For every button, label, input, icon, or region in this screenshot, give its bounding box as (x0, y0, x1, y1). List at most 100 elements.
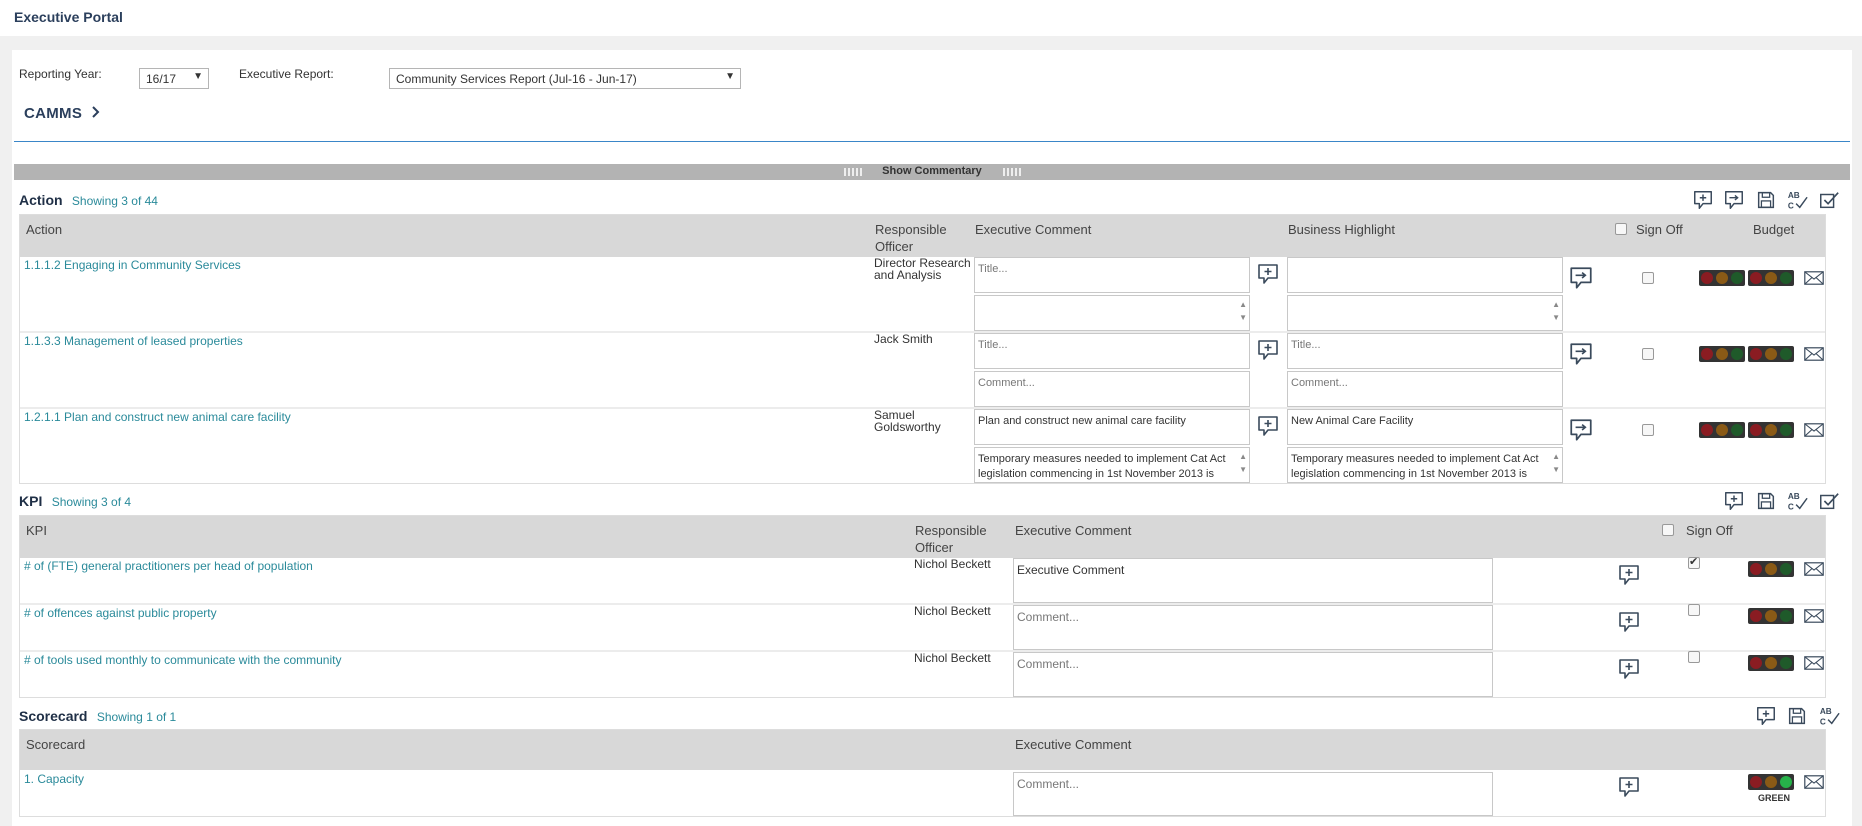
scroll-arrows-icon[interactable]: ▲ ▼ (1552, 450, 1560, 476)
show-commentary-bar[interactable]: Show Commentary (14, 164, 1850, 180)
add-comment-icon[interactable] (1256, 338, 1280, 362)
dropdown-arrow-icon: ▼ (725, 71, 735, 82)
exec-comment-textarea[interactable]: Comment... (1013, 652, 1493, 697)
scroll-arrows-icon[interactable]: ▲ ▼ (1239, 450, 1247, 476)
exec-comment-title-input[interactable]: Plan and construct new animal care facil… (974, 409, 1250, 445)
action-link[interactable]: 1.1.3.3 Management of leased properties (24, 334, 243, 348)
responsible-officer: Director Research and Analysis (874, 256, 971, 282)
exec-comment-textarea[interactable]: Comment... (1013, 605, 1493, 650)
sign-off-all-icon[interactable] (1818, 490, 1840, 512)
exec-comment-textarea[interactable]: Executive Comment (1013, 558, 1493, 603)
kpi-table: KPI Responsible Officer Executive Commen… (19, 515, 1826, 698)
email-icon[interactable] (1804, 347, 1824, 361)
copy-comment-icon[interactable] (1568, 341, 1594, 367)
business-highlight-textarea[interactable]: Comment... (1287, 371, 1563, 407)
col-scorecard: Scorecard (26, 737, 86, 752)
traffic-light-icon[interactable] (1699, 422, 1745, 438)
sign-off-all-icon[interactable] (1818, 189, 1840, 211)
traffic-light-icon[interactable] (1748, 608, 1794, 624)
grip-right-icon (1003, 168, 1021, 176)
save-icon[interactable] (1755, 490, 1777, 512)
add-comment-icon[interactable] (1617, 657, 1641, 681)
col-sign-off: Sign Off (1636, 222, 1683, 237)
add-comment-icon[interactable] (1692, 189, 1714, 211)
kpi-link[interactable]: # of tools used monthly to communicate w… (24, 653, 341, 667)
scroll-arrows-icon[interactable]: ▲ ▼ (1552, 298, 1560, 324)
email-icon[interactable] (1804, 609, 1824, 623)
copy-comment-icon[interactable] (1723, 189, 1745, 211)
email-icon[interactable] (1804, 423, 1824, 437)
col-responsible-officer: Responsible Officer (915, 523, 987, 555)
traffic-light-icon[interactable] (1748, 774, 1794, 790)
spellcheck-icon[interactable] (1818, 705, 1840, 727)
exec-comment-textarea[interactable]: ▲ ▼ (974, 295, 1250, 331)
traffic-light-icon[interactable] (1748, 346, 1794, 362)
action-section-header: Action Showing 3 of 44 (19, 192, 158, 208)
exec-comment-textarea[interactable]: Comment... (974, 371, 1250, 407)
traffic-light-icon[interactable] (1699, 270, 1745, 286)
sign-off-all-checkbox[interactable] (1662, 524, 1674, 536)
business-highlight-textarea[interactable]: Temporary measures needed to implement C… (1287, 447, 1563, 483)
kpi-section-title: KPI (19, 493, 43, 509)
business-highlight-textarea[interactable]: ▲ ▼ (1287, 295, 1563, 331)
sign-off-checkbox[interactable] (1642, 424, 1654, 436)
scorecard-link[interactable]: 1. Capacity (24, 772, 84, 786)
action-link[interactable]: 1.1.1.2 Engaging in Community Services (24, 258, 241, 272)
add-comment-icon[interactable] (1755, 705, 1777, 727)
traffic-light-icon[interactable] (1748, 561, 1794, 577)
traffic-light-icon[interactable] (1748, 655, 1794, 671)
reporting-year-value: 16/17 (146, 72, 177, 86)
business-highlight-title-input[interactable] (1287, 257, 1563, 293)
copy-comment-icon[interactable] (1568, 417, 1594, 443)
add-comment-icon[interactable] (1617, 775, 1641, 799)
executive-report-select[interactable]: Community Services Report (Jul-16 - Jun-… (389, 68, 741, 89)
col-kpi: KPI (26, 523, 47, 538)
exec-comment-textarea[interactable]: Comment... (1013, 772, 1493, 816)
business-highlight-title-input[interactable]: Title... (1287, 333, 1563, 369)
scorecard-section-count: Showing 1 of 1 (96, 710, 177, 724)
reporting-year-select[interactable]: 16/17 ▼ (139, 68, 209, 89)
spellcheck-icon[interactable] (1786, 189, 1808, 211)
scorecard-table-header (20, 730, 1825, 770)
reporting-year-label: Reporting Year: (19, 67, 102, 81)
exec-comment-title-input[interactable]: Title... (974, 333, 1250, 369)
email-icon[interactable] (1804, 562, 1824, 576)
add-comment-icon[interactable] (1617, 610, 1641, 634)
email-icon[interactable] (1804, 656, 1824, 670)
kpi-link[interactable]: # of (FTE) general practitioners per hea… (24, 559, 313, 573)
show-commentary-label: Show Commentary (882, 165, 982, 177)
status-label: GREEN (1758, 793, 1791, 803)
breadcrumb[interactable]: CAMMS (24, 105, 101, 122)
sign-off-checkbox[interactable] (1642, 272, 1654, 284)
sign-off-checkbox[interactable] (1688, 604, 1700, 616)
business-highlight-title-input[interactable]: New Animal Care Facility (1287, 409, 1563, 445)
add-comment-icon[interactable] (1723, 490, 1745, 512)
app-title: Executive Portal (14, 9, 123, 25)
traffic-light-icon[interactable] (1748, 422, 1794, 438)
sign-off-all-checkbox[interactable] (1615, 223, 1627, 235)
add-comment-icon[interactable] (1617, 563, 1641, 587)
sign-off-checkbox[interactable] (1688, 651, 1700, 663)
email-icon[interactable] (1804, 775, 1824, 789)
sign-off-checkbox[interactable] (1688, 555, 1700, 569)
spellcheck-icon[interactable] (1786, 490, 1808, 512)
exec-comment-title-input[interactable]: Title... (974, 257, 1250, 293)
save-icon[interactable] (1755, 189, 1777, 211)
email-icon[interactable] (1804, 271, 1824, 285)
responsible-officer: Jack Smith (874, 332, 933, 346)
save-icon[interactable] (1786, 705, 1808, 727)
exec-comment-textarea[interactable]: Temporary measures needed to implement C… (974, 447, 1250, 483)
kpi-link[interactable]: # of offences against public property (24, 606, 217, 620)
action-table: Action Responsible Officer Executive Com… (19, 214, 1826, 484)
scroll-arrows-icon[interactable]: ▲ ▼ (1239, 298, 1247, 324)
action-link[interactable]: 1.2.1.1 Plan and construct new animal ca… (24, 410, 291, 424)
traffic-light-icon[interactable] (1699, 346, 1745, 362)
chevron-right-icon (91, 106, 100, 118)
copy-comment-icon[interactable] (1568, 265, 1594, 291)
add-comment-icon[interactable] (1256, 262, 1280, 286)
responsible-officer: Samuel Goldsworthy (874, 408, 941, 434)
sign-off-checkbox[interactable] (1642, 348, 1654, 360)
add-comment-icon[interactable] (1256, 414, 1280, 438)
traffic-light-icon[interactable] (1748, 270, 1794, 286)
col-sign-off: Sign Off (1686, 523, 1733, 538)
